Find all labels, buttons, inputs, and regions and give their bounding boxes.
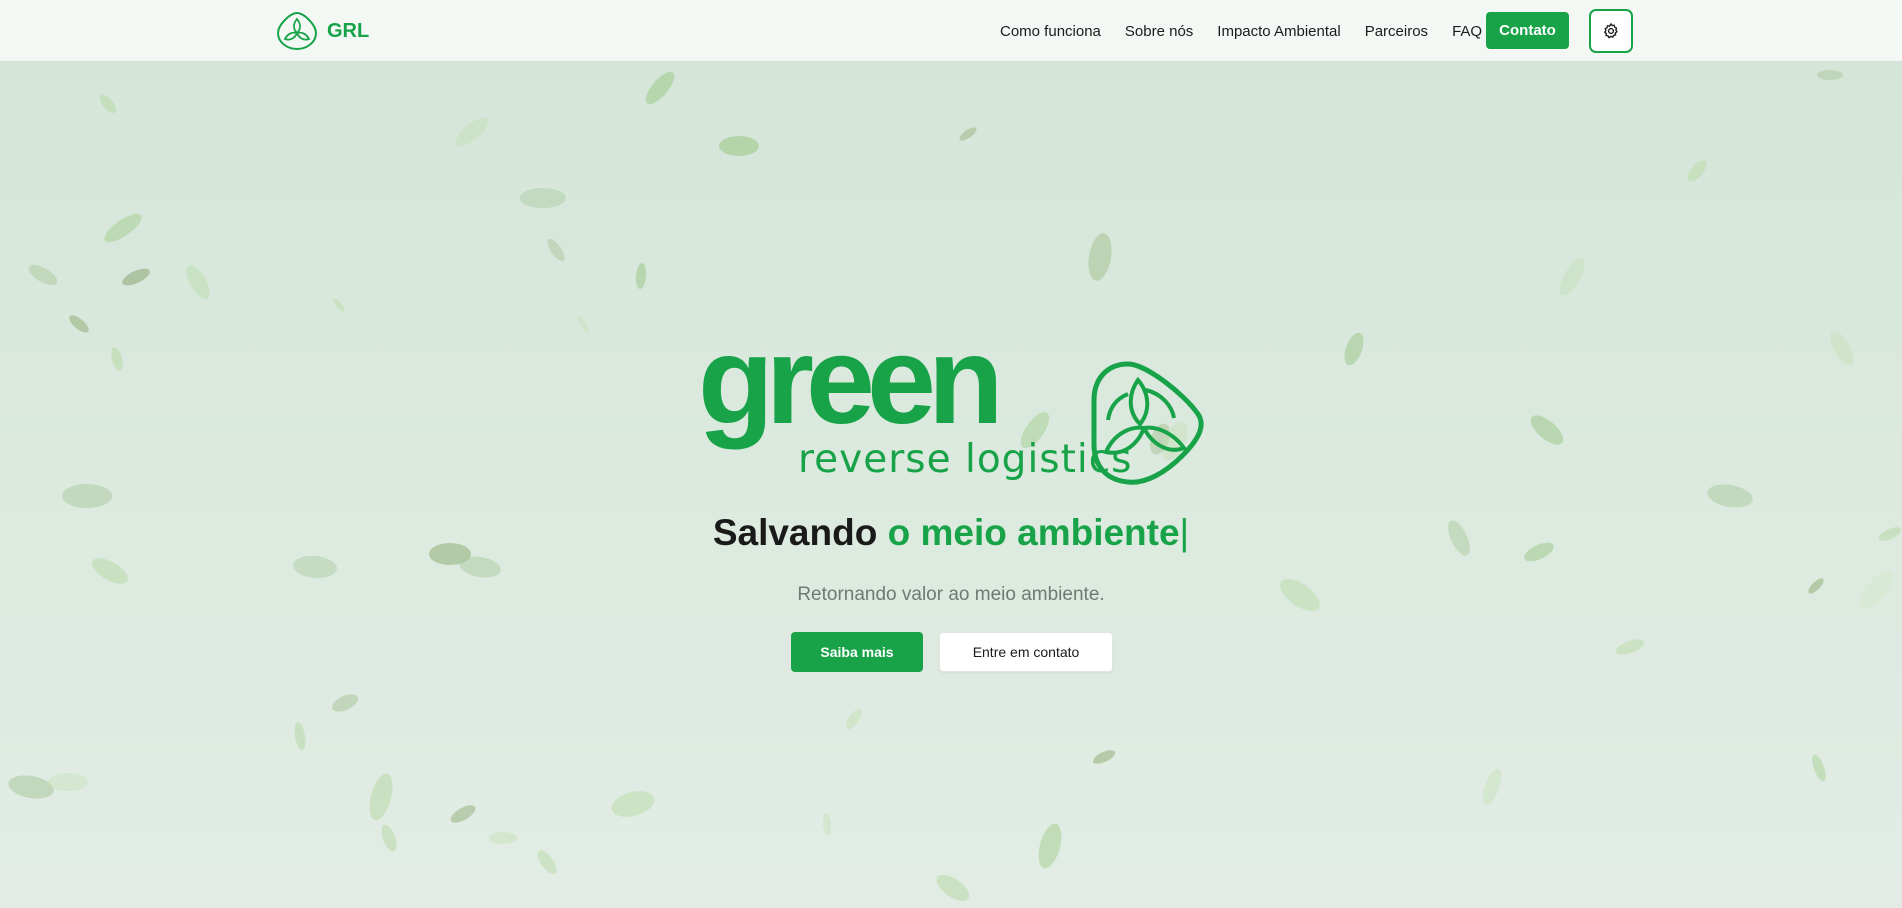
nav-link-impacto-ambiental[interactable]: Impacto Ambiental: [1217, 23, 1340, 40]
get-in-touch-button[interactable]: Entre em contato: [939, 632, 1113, 672]
main-nav: Como funciona Sobre nós Impacto Ambienta…: [1000, 0, 1482, 62]
brand-name: GRL: [327, 19, 370, 42]
hero-tagline: Retornando valor ao meio ambiente.: [797, 584, 1105, 605]
nav-link-como-funciona[interactable]: Como funciona: [1000, 23, 1101, 40]
contact-button[interactable]: Contato: [1486, 12, 1569, 49]
learn-more-button[interactable]: Saiba mais: [791, 632, 923, 672]
hero-logo-subtitle: reverse logistics: [798, 437, 1133, 482]
theme-toggle-button[interactable]: [1589, 9, 1633, 53]
recycle-leaf-icon: [276, 11, 318, 51]
hero-logo-wordmark: green: [698, 312, 1004, 450]
navbar: GRL Como funciona Sobre nós Impacto Ambi…: [0, 0, 1902, 62]
typing-cursor: |: [1179, 512, 1190, 553]
nav-link-parceiros[interactable]: Parceiros: [1365, 23, 1428, 40]
recycle-leaf-logo-icon: [1091, 361, 1204, 485]
hero-headline: Salvando o meio ambiente|: [0, 514, 1902, 551]
nav-link-sobre-nos[interactable]: Sobre nós: [1125, 23, 1193, 40]
headline-prefix: Salvando: [712, 512, 878, 553]
headline-accent: o meio ambiente: [887, 512, 1180, 553]
brand-link[interactable]: GRL: [276, 11, 369, 51]
nav-link-faq[interactable]: FAQ: [1452, 23, 1482, 40]
hero-section: green reverse logistics Salvando o meio …: [0, 62, 1902, 908]
gear-icon: [1604, 23, 1618, 39]
